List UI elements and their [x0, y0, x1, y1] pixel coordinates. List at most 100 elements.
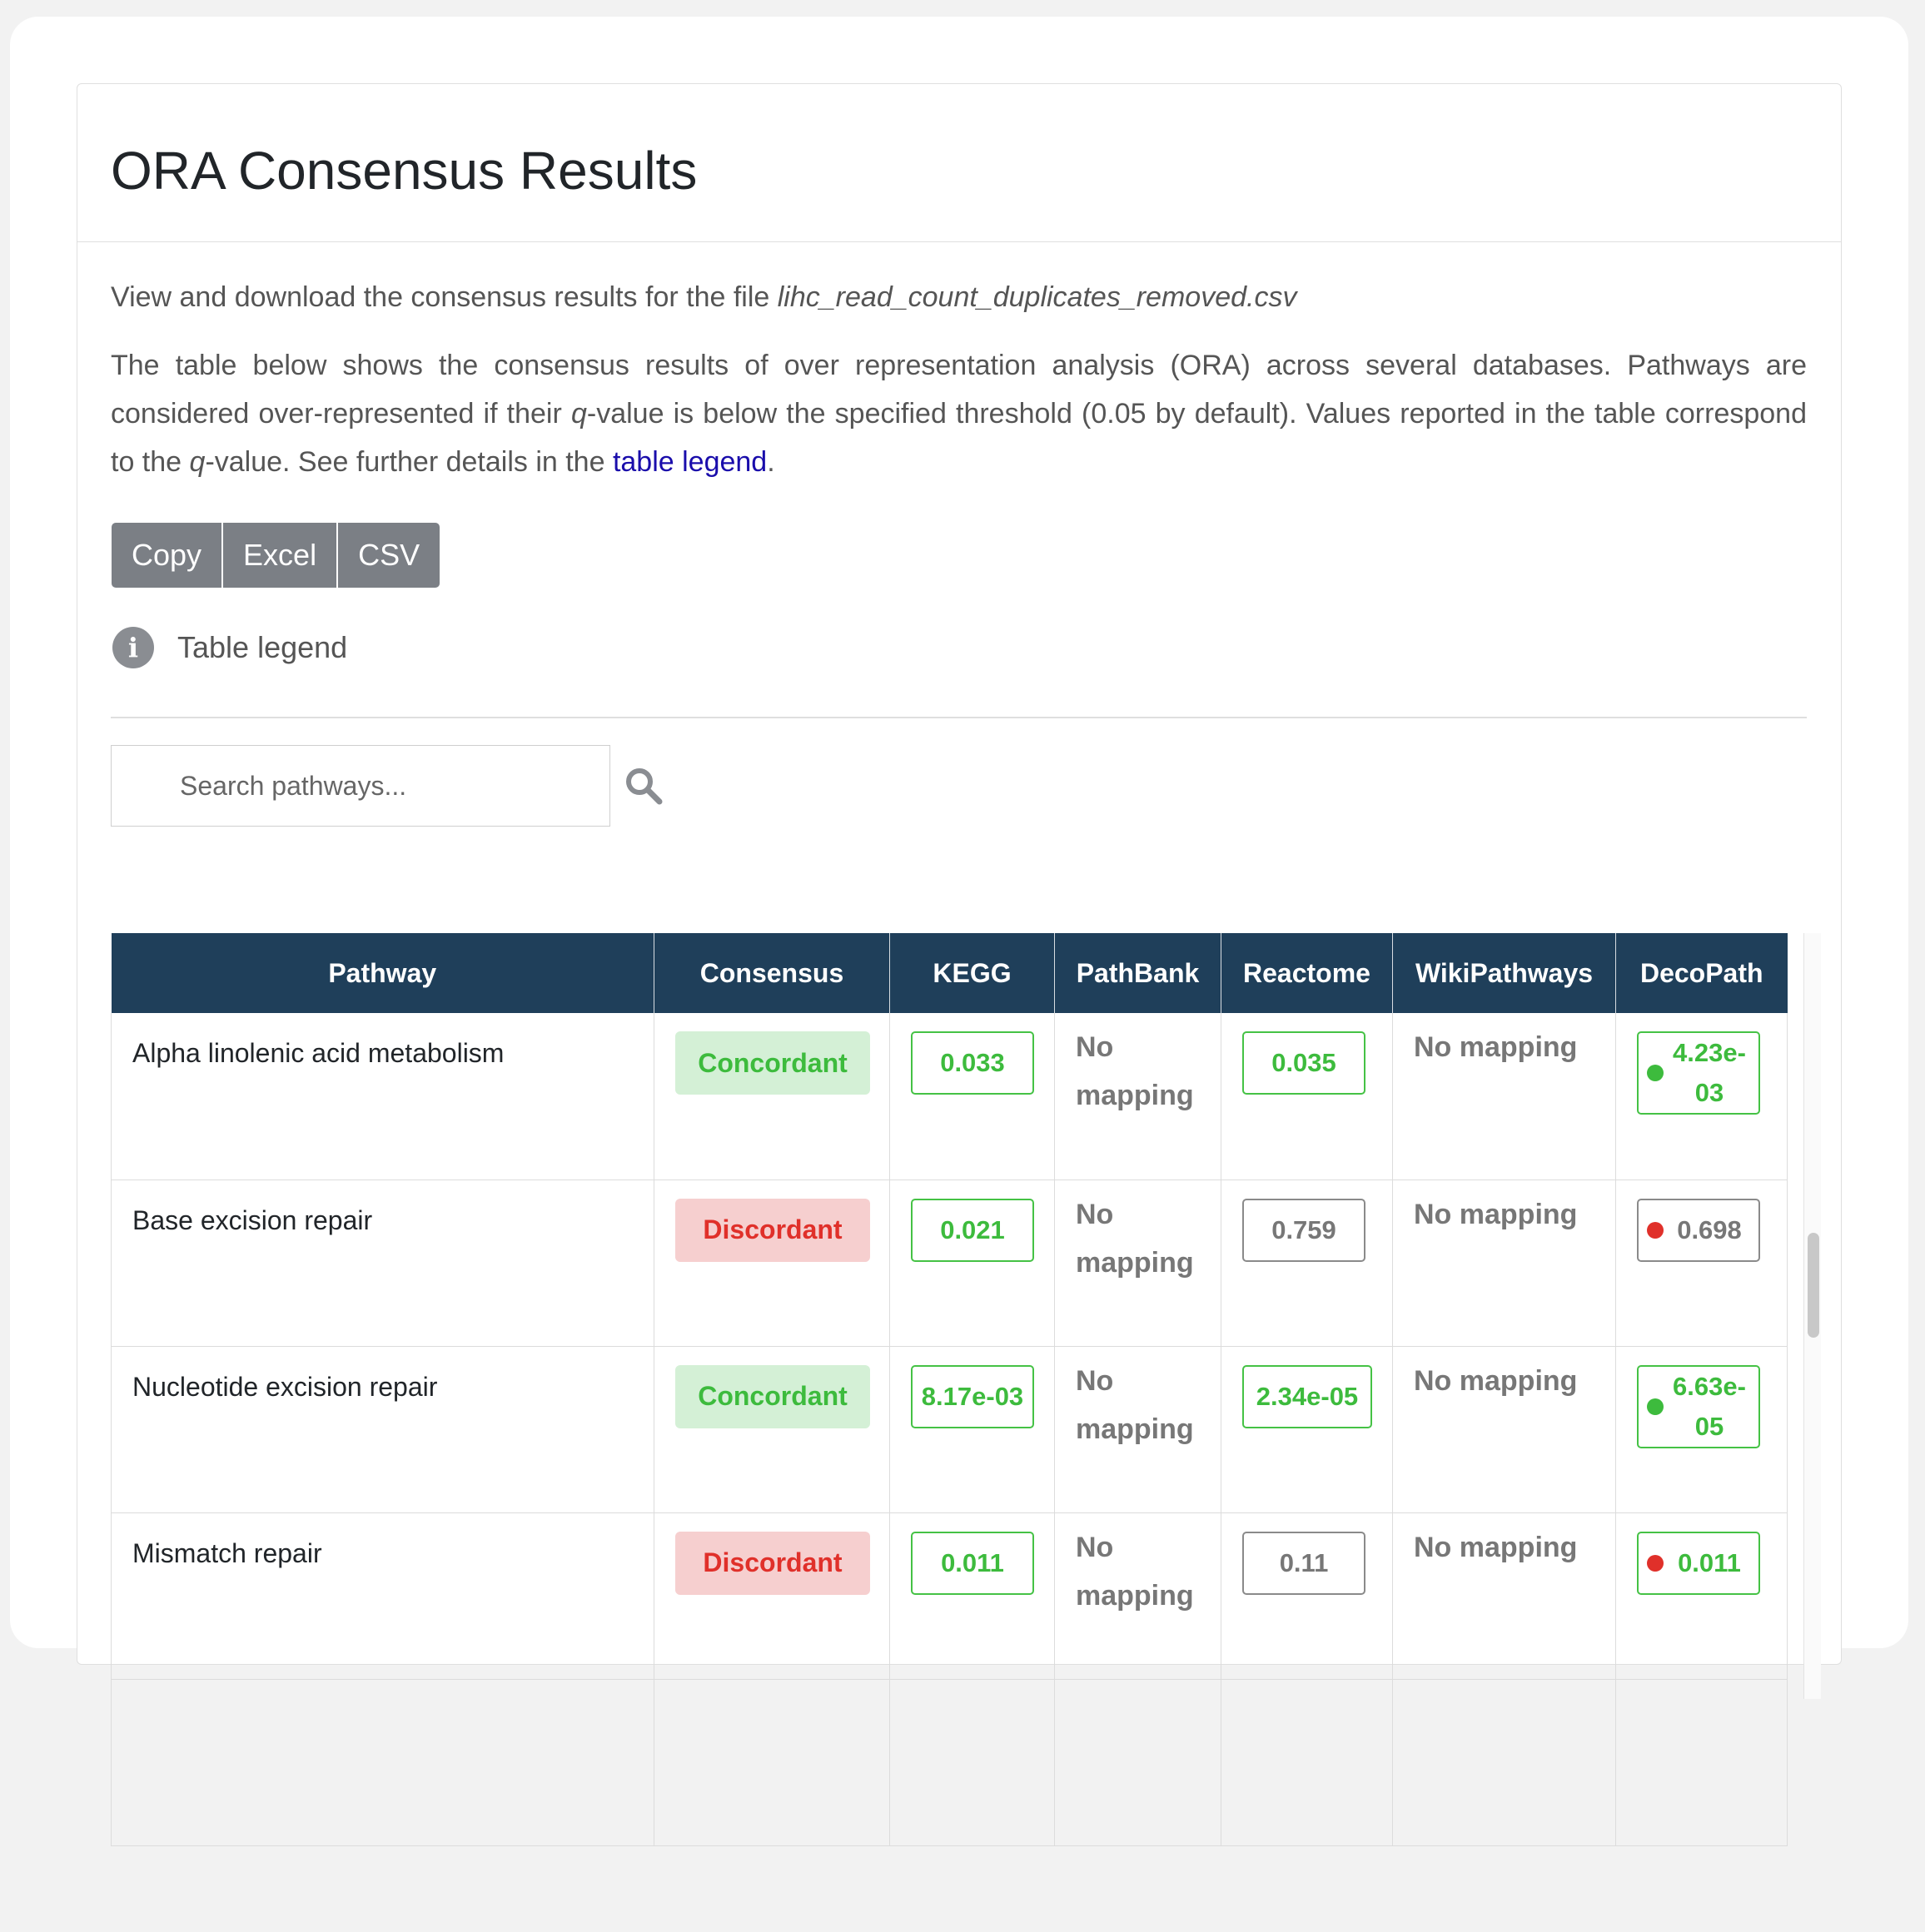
results-table-container: Pathway Consensus KEGG PathBank Reactome… [111, 933, 1793, 1932]
kegg-cell [889, 1679, 1055, 1846]
desc-part4: . [767, 446, 775, 478]
divider [111, 717, 1807, 718]
kegg-value: 0.033 [911, 1031, 1034, 1095]
kegg-cell: 0.011 [889, 1512, 1055, 1680]
column-header-pathway[interactable]: Pathway [111, 933, 654, 1013]
kegg-value: 0.011 [911, 1531, 1034, 1595]
kegg-cell: 0.033 [889, 1013, 1055, 1180]
wikipathways-cell [1392, 1679, 1616, 1846]
decopath-cell: 0.698 [1615, 1180, 1788, 1347]
search-bar [111, 745, 664, 827]
info-icon: i [112, 627, 154, 668]
table-legend-label: Table legend [177, 630, 348, 664]
column-header-decopath[interactable]: DecoPath [1615, 933, 1788, 1013]
wikipathways-cell: No mapping [1392, 1512, 1616, 1680]
search-icon[interactable] [624, 766, 664, 806]
description-text: The table below shows the consensus resu… [111, 341, 1807, 486]
pathway-name[interactable]: Alpha linolenic acid metabolism [132, 1035, 633, 1071]
copy-button[interactable]: Copy [112, 523, 224, 588]
page-title: ORA Consensus Results [111, 141, 698, 201]
pathbank-cell: No mapping [1054, 1512, 1221, 1680]
status-dot-icon [1647, 1398, 1664, 1415]
search-input[interactable] [111, 745, 610, 827]
pathway-cell: Mismatch repair [111, 1512, 654, 1680]
pathbank-cell [1054, 1679, 1221, 1846]
table-row: Mismatch repair Discordant 0.011 No mapp… [111, 1512, 1788, 1680]
table-row: Alpha linolenic acid metabolism Concorda… [111, 1013, 1788, 1180]
pathway-name[interactable]: Mismatch repair [132, 1535, 633, 1572]
consensus-cell [654, 1679, 890, 1846]
status-dot-icon [1647, 1065, 1664, 1081]
consensus-cell: Concordant [654, 1346, 890, 1513]
column-header-consensus[interactable]: Consensus [654, 933, 890, 1013]
decopath-cell: 4.23e-03 [1615, 1013, 1788, 1180]
desc-q2: q [189, 446, 206, 478]
decopath-cell: 0.011 [1615, 1512, 1788, 1680]
pathbank-value: No mapping [1076, 1031, 1194, 1111]
excel-button[interactable]: Excel [223, 523, 339, 588]
table-row: Base excision repair Discordant 0.021 No… [111, 1180, 1788, 1347]
column-header-pathbank[interactable]: PathBank [1054, 933, 1221, 1013]
intro-prefix: View and download the consensus results … [111, 281, 778, 313]
decopath-value-text: 0.011 [1678, 1547, 1741, 1577]
scrollbar-thumb[interactable] [1808, 1233, 1819, 1338]
wikipathways-cell: No mapping [1392, 1346, 1616, 1513]
pathbank-value: No mapping [1076, 1198, 1194, 1279]
table-legend-link[interactable]: table legend [613, 446, 767, 478]
decopath-value: 0.011 [1637, 1531, 1760, 1595]
wikipathways-value: No mapping [1414, 1531, 1578, 1563]
csv-button[interactable]: CSV [338, 523, 440, 588]
table-row [111, 1679, 1788, 1846]
pathway-cell: Base excision repair [111, 1180, 654, 1347]
pathway-cell: Alpha linolenic acid metabolism [111, 1013, 654, 1180]
pathway-name[interactable]: Nucleotide excision repair [132, 1368, 633, 1405]
decopath-cell: 6.63e-05 [1615, 1346, 1788, 1513]
decopath-value-text: 0.698 [1677, 1214, 1742, 1244]
table-row: Nucleotide excision repair Concordant 8.… [111, 1346, 1788, 1513]
card-header: ORA Consensus Results [77, 84, 1841, 242]
pathway-cell [111, 1679, 654, 1846]
kegg-value: 0.021 [911, 1198, 1034, 1262]
decopath-value-text: 4.23e-03 [1673, 1038, 1746, 1107]
reactome-value: 0.035 [1242, 1031, 1365, 1095]
reactome-cell: 0.759 [1221, 1180, 1393, 1347]
reactome-value: 0.759 [1242, 1198, 1365, 1262]
results-card: ORA Consensus Results View and download … [77, 83, 1842, 1846]
intro-text: View and download the consensus results … [111, 281, 1296, 314]
table-header-row: Pathway Consensus KEGG PathBank Reactome… [111, 933, 1788, 1013]
status-dot-icon [1647, 1221, 1664, 1239]
wikipathways-value: No mapping [1414, 1198, 1578, 1230]
pathway-name[interactable]: Base excision repair [132, 1202, 633, 1239]
decopath-value-text: 6.63e-05 [1673, 1371, 1746, 1441]
wikipathways-cell: No mapping [1392, 1013, 1616, 1180]
kegg-value: 8.17e-03 [911, 1364, 1034, 1428]
desc-part3: -value. See further details in the [205, 446, 613, 478]
page-container: ORA Consensus Results View and download … [10, 17, 1908, 1846]
reactome-value: 0.11 [1242, 1531, 1365, 1595]
consensus-badge: Discordant [675, 1198, 870, 1262]
pathbank-value: No mapping [1076, 1364, 1194, 1445]
reactome-cell: 0.11 [1221, 1512, 1393, 1680]
consensus-cell: Concordant [654, 1013, 890, 1180]
decopath-value: 6.63e-05 [1637, 1364, 1760, 1448]
file-name: lihc_read_count_duplicates_removed.csv [777, 281, 1297, 313]
pathbank-cell: No mapping [1054, 1013, 1221, 1180]
consensus-cell: Discordant [654, 1180, 890, 1347]
reactome-cell [1221, 1679, 1393, 1846]
column-header-kegg[interactable]: KEGG [889, 933, 1055, 1013]
pathbank-value: No mapping [1076, 1531, 1194, 1612]
wikipathways-value: No mapping [1414, 1364, 1578, 1397]
table-legend-toggle[interactable]: i Table legend [112, 627, 347, 668]
column-header-reactome[interactable]: Reactome [1221, 933, 1393, 1013]
decopath-value: 0.698 [1637, 1198, 1760, 1262]
table-scrollbar[interactable] [1803, 933, 1821, 1699]
column-header-wikipathways[interactable]: WikiPathways [1392, 933, 1616, 1013]
reactome-cell: 0.035 [1221, 1013, 1393, 1180]
pathway-cell: Nucleotide excision repair [111, 1346, 654, 1513]
consensus-cell: Discordant [654, 1512, 890, 1680]
results-table: Pathway Consensus KEGG PathBank Reactome… [111, 933, 1788, 1846]
decopath-value: 4.23e-03 [1637, 1031, 1760, 1115]
pathbank-cell: No mapping [1054, 1346, 1221, 1513]
pathbank-cell: No mapping [1054, 1180, 1221, 1347]
export-button-group: Copy Excel CSV [112, 523, 440, 588]
